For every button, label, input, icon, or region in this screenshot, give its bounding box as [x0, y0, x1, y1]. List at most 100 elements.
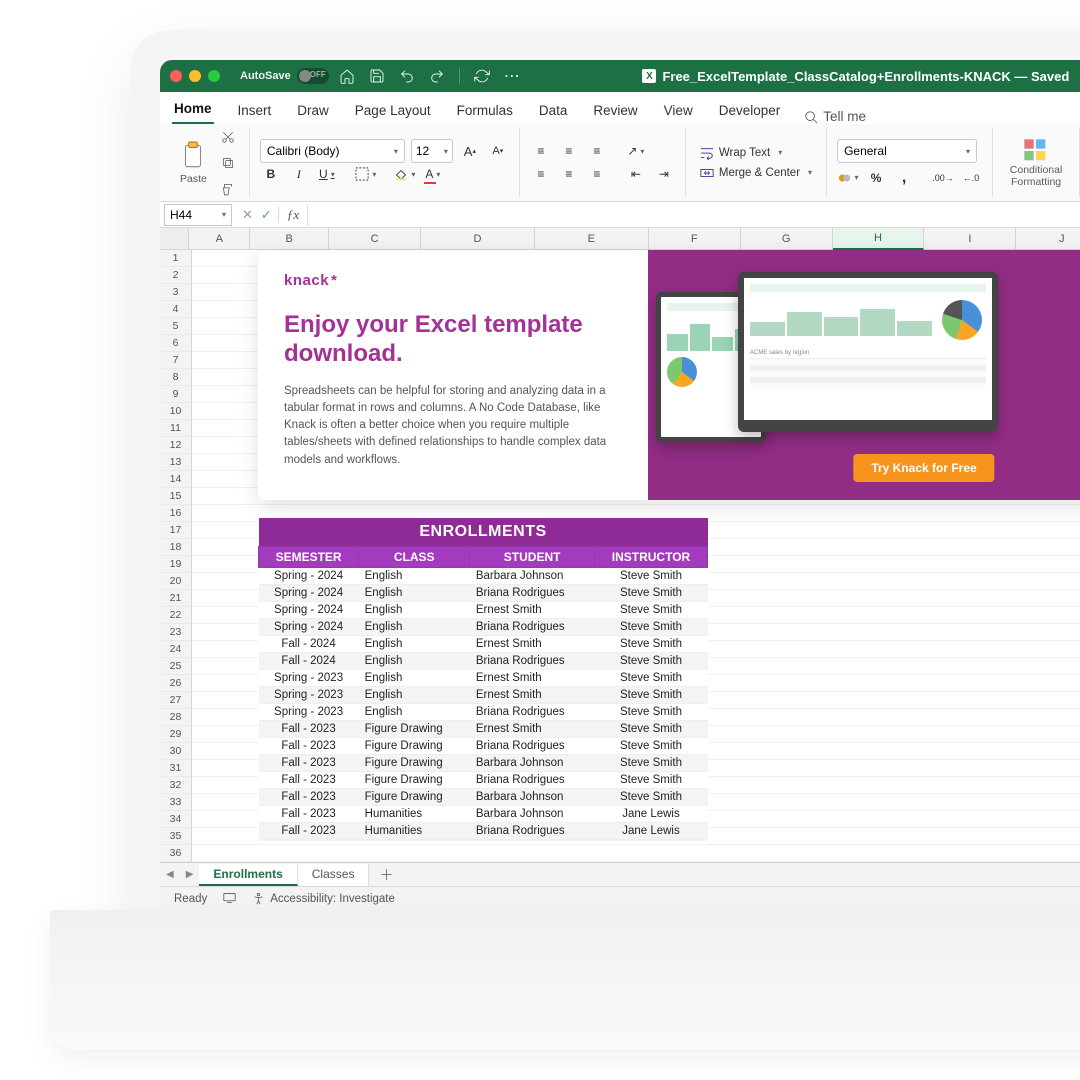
tab-insert[interactable]: Insert	[236, 97, 274, 124]
table-cell[interactable]: Figure Drawing	[359, 755, 470, 772]
row-header[interactable]: 28	[160, 709, 192, 726]
cut-button[interactable]	[217, 126, 239, 148]
table-cell[interactable]: Steve Smith	[594, 619, 707, 636]
tell-me-search[interactable]: Tell me	[804, 109, 866, 124]
fx-icon[interactable]: ƒx	[278, 207, 307, 223]
more-icon[interactable]: ⋯	[504, 66, 522, 86]
row-header[interactable]: 3	[160, 284, 192, 301]
row-header[interactable]: 25	[160, 658, 192, 675]
table-cell[interactable]: Steve Smith	[594, 636, 707, 653]
try-knack-button[interactable]: Try Knack for Free	[853, 454, 994, 482]
table-cell[interactable]: Ernest Smith	[470, 636, 595, 653]
currency-button[interactable]	[837, 167, 859, 189]
table-header[interactable]: INSTRUCTOR	[594, 547, 707, 568]
row-header[interactable]: 4	[160, 301, 192, 318]
row-header[interactable]: 7	[160, 352, 192, 369]
font-name-dropdown[interactable]: Calibri (Body)▾	[260, 139, 405, 163]
table-cell[interactable]: Steve Smith	[594, 653, 707, 670]
align-middle-icon[interactable]: ≡	[558, 140, 580, 162]
table-row[interactable]: Fall - 2023Figure DrawingBarbara Johnson…	[259, 755, 708, 772]
table-cell[interactable]: Briana Rodrigues	[470, 704, 595, 721]
table-row[interactable]: Spring - 2023EnglishErnest SmithSteve Sm…	[259, 687, 708, 704]
row-header[interactable]: 26	[160, 675, 192, 692]
column-header-H[interactable]: H	[833, 228, 925, 250]
table-cell[interactable]: Briana Rodrigues	[470, 738, 595, 755]
row-header[interactable]: 24	[160, 641, 192, 658]
row-header[interactable]: 17	[160, 522, 192, 539]
row-header[interactable]: 12	[160, 437, 192, 454]
table-cell[interactable]: Fall - 2023	[259, 738, 359, 755]
sheet-tab-classes[interactable]: Classes	[298, 864, 370, 886]
decrease-indent-icon[interactable]: ⇤	[625, 163, 647, 185]
table-cell[interactable]: Briana Rodrigues	[470, 823, 595, 840]
save-icon[interactable]	[369, 68, 385, 84]
table-cell[interactable]: Barbara Johnson	[470, 755, 595, 772]
column-header-I[interactable]: I	[924, 228, 1016, 250]
table-cell[interactable]: Steve Smith	[594, 755, 707, 772]
tab-developer[interactable]: Developer	[717, 97, 783, 124]
table-cell[interactable]: English	[359, 568, 470, 585]
home-icon[interactable]	[339, 68, 355, 84]
table-row[interactable]: Fall - 2023Figure DrawingBarbara Johnson…	[259, 789, 708, 806]
table-cell[interactable]: Figure Drawing	[359, 789, 470, 806]
table-cell[interactable]: Fall - 2024	[259, 653, 359, 670]
column-header-J[interactable]: J	[1016, 228, 1080, 250]
table-cell[interactable]: Jane Lewis	[594, 806, 707, 823]
table-row[interactable]: Fall - 2023Figure DrawingErnest SmithSte…	[259, 721, 708, 738]
table-cell[interactable]: Spring - 2024	[259, 585, 359, 602]
minimize-icon[interactable]	[189, 70, 201, 82]
row-header[interactable]: 22	[160, 607, 192, 624]
row-header[interactable]: 18	[160, 539, 192, 556]
number-format-dropdown[interactable]: General▾	[837, 139, 977, 163]
conditional-formatting-button[interactable]: Conditional Formatting	[1003, 137, 1069, 188]
row-header[interactable]: 9	[160, 386, 192, 403]
table-cell[interactable]: Figure Drawing	[359, 738, 470, 755]
format-painter-button[interactable]	[217, 178, 239, 200]
table-row[interactable]: Fall - 2024EnglishBriana RodriguesSteve …	[259, 653, 708, 670]
table-cell[interactable]: Steve Smith	[594, 721, 707, 738]
row-header[interactable]: 14	[160, 471, 192, 488]
row-header[interactable]: 13	[160, 454, 192, 471]
spreadsheet-grid[interactable]: ABCDEFGHIJK 1234567891011121314151617181…	[160, 228, 1080, 862]
table-cell[interactable]: Fall - 2023	[259, 755, 359, 772]
autosave-toggle[interactable]: AutoSave OFF	[240, 68, 329, 84]
column-header-F[interactable]: F	[649, 228, 741, 250]
table-cell[interactable]: English	[359, 704, 470, 721]
table-cell[interactable]: Briana Rodrigues	[470, 772, 595, 789]
table-cell[interactable]: Steve Smith	[594, 772, 707, 789]
borders-button[interactable]	[355, 163, 377, 185]
row-header[interactable]: 21	[160, 590, 192, 607]
decrease-font-icon[interactable]: A▾	[487, 140, 509, 162]
row-header[interactable]: 2	[160, 267, 192, 284]
table-cell[interactable]: Jane Lewis	[594, 823, 707, 840]
tab-draw[interactable]: Draw	[295, 97, 331, 124]
decrease-decimal-icon[interactable]: ←.0	[960, 167, 982, 189]
prev-sheet-icon[interactable]: ◀	[160, 869, 180, 880]
wrap-text-button[interactable]: Wrap Text	[696, 144, 816, 162]
table-row[interactable]: Fall - 2023Figure DrawingBriana Rodrigue…	[259, 738, 708, 755]
table-cell[interactable]: Humanities	[359, 806, 470, 823]
undo-icon[interactable]	[399, 68, 415, 84]
table-cell[interactable]: Steve Smith	[594, 568, 707, 585]
align-bottom-icon[interactable]: ≡	[586, 140, 608, 162]
display-settings-icon[interactable]	[223, 891, 236, 907]
table-cell[interactable]: Steve Smith	[594, 789, 707, 806]
formula-input[interactable]	[307, 204, 1080, 226]
table-cell[interactable]: Figure Drawing	[359, 772, 470, 789]
column-header-C[interactable]: C	[329, 228, 421, 250]
row-header[interactable]: 23	[160, 624, 192, 641]
table-header[interactable]: SEMESTER	[259, 547, 359, 568]
table-cell[interactable]: Ernest Smith	[470, 687, 595, 704]
table-header[interactable]: CLASS	[359, 547, 470, 568]
table-cell[interactable]: English	[359, 670, 470, 687]
row-header[interactable]: 33	[160, 794, 192, 811]
redo-icon[interactable]	[429, 68, 445, 84]
column-header-B[interactable]: B	[250, 228, 329, 250]
row-header[interactable]: 31	[160, 760, 192, 777]
table-cell[interactable]: Steve Smith	[594, 585, 707, 602]
table-cell[interactable]: English	[359, 687, 470, 704]
row-header[interactable]: 6	[160, 335, 192, 352]
row-header[interactable]: 10	[160, 403, 192, 420]
orientation-button[interactable]: ↗	[625, 140, 647, 162]
row-header[interactable]: 35	[160, 828, 192, 845]
